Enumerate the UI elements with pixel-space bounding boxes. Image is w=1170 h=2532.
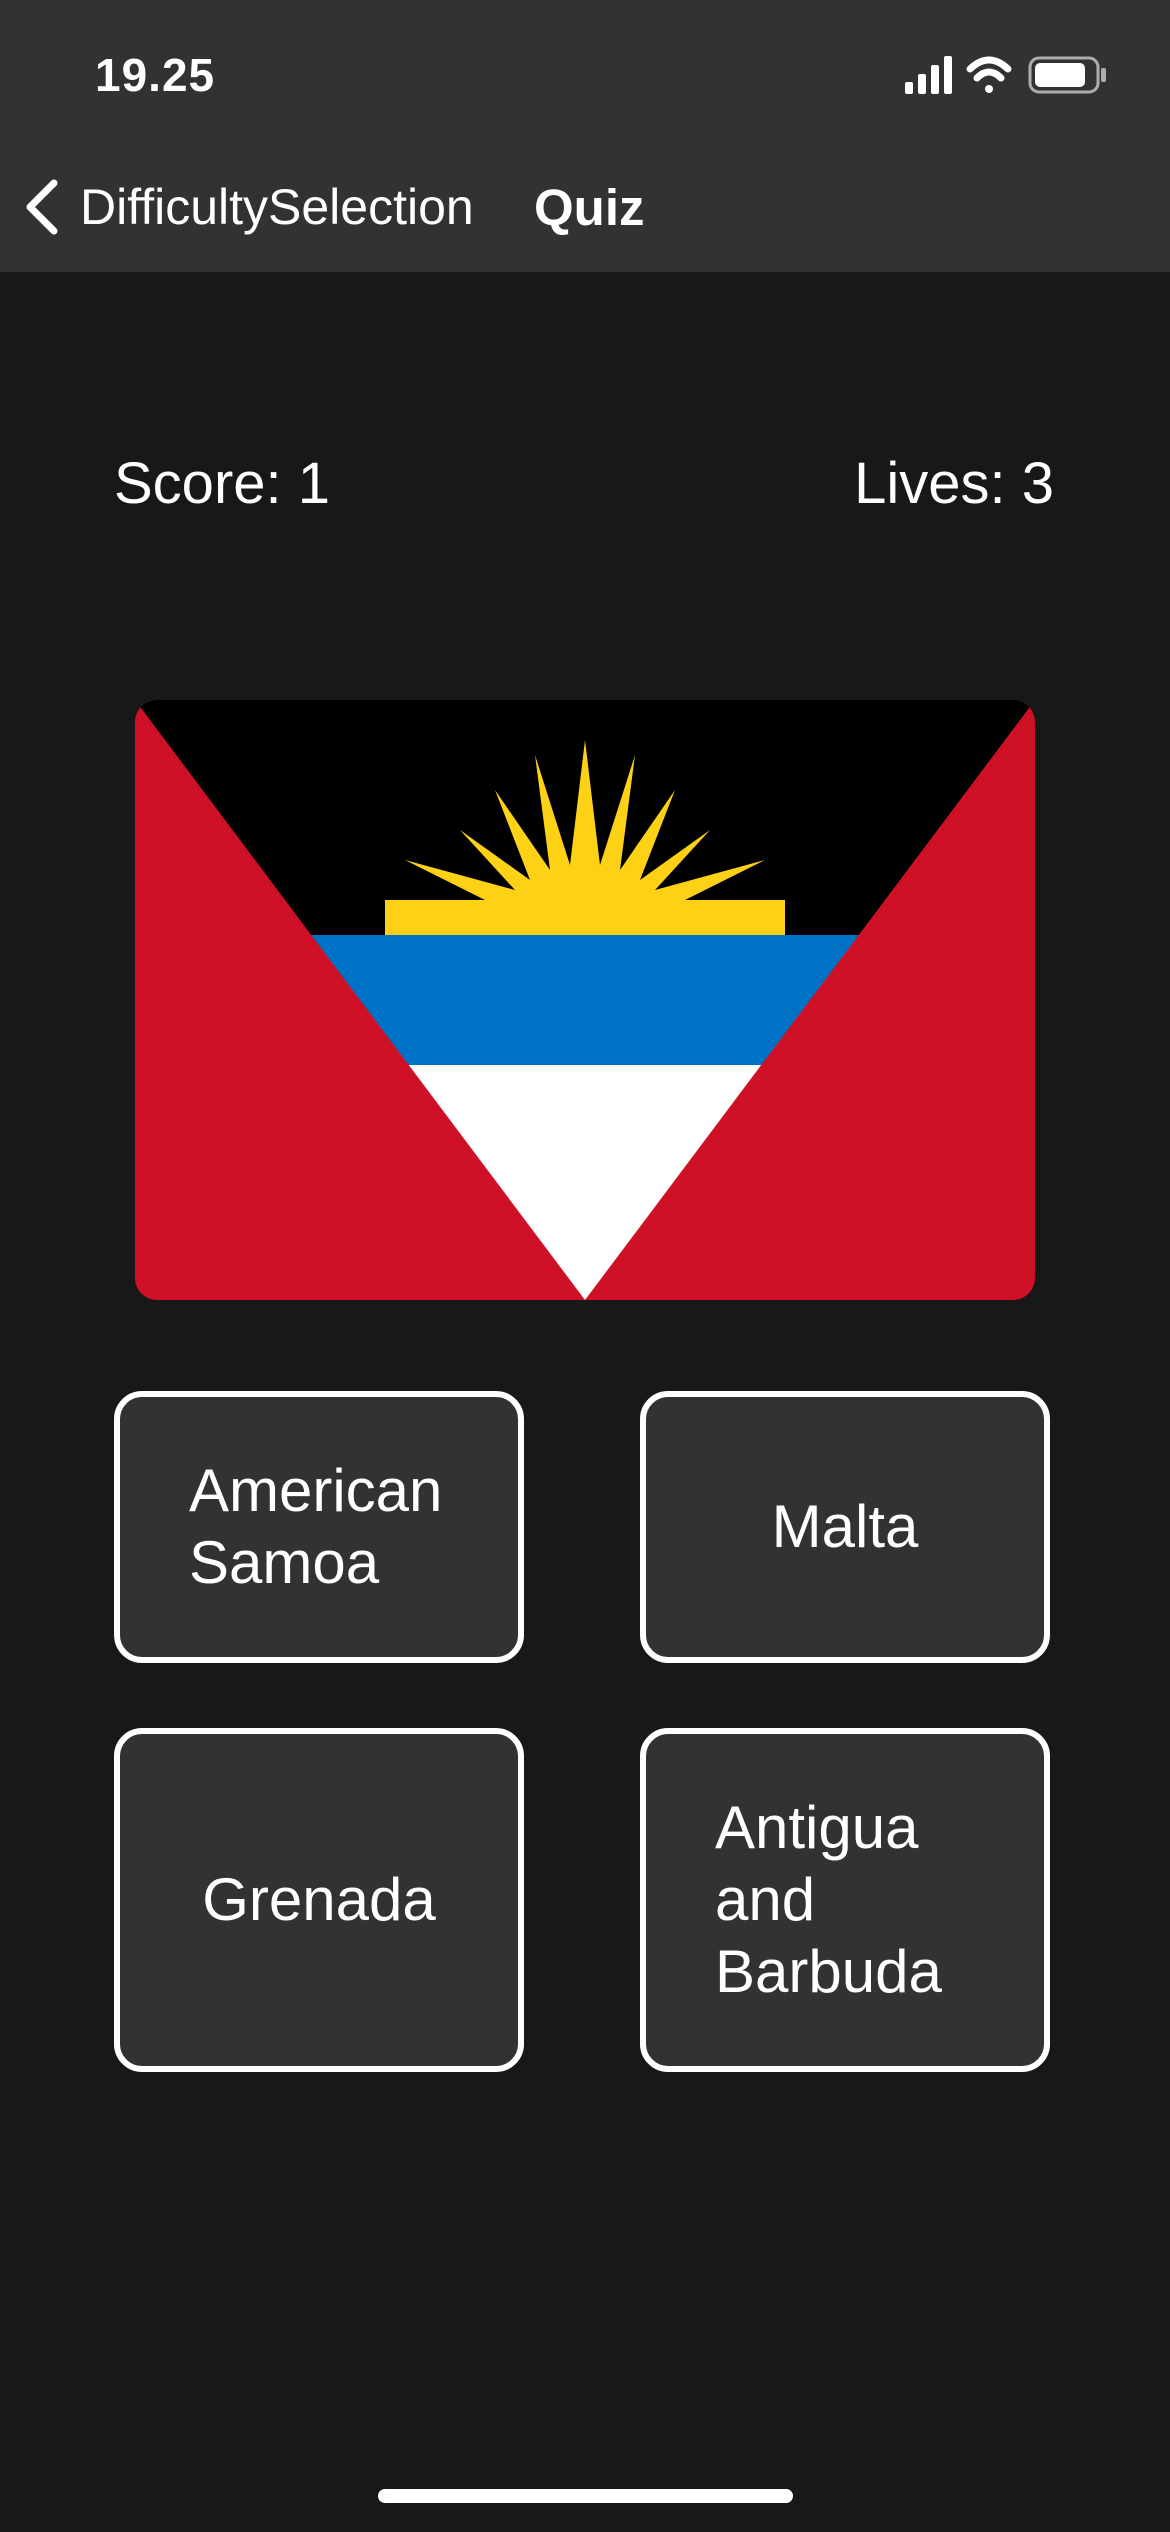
answer-label: Antigua and Barbuda bbox=[715, 1794, 942, 2005]
lives-label: Lives: 3 bbox=[854, 451, 1054, 516]
home-indicator[interactable] bbox=[378, 2489, 793, 2503]
back-button[interactable]: DifficultySelection bbox=[22, 172, 474, 242]
flag-svg bbox=[135, 700, 1035, 1300]
answer-label: American Samoa bbox=[189, 1457, 443, 1596]
flag-image bbox=[135, 700, 1035, 1300]
answer-label: Malta bbox=[771, 1493, 919, 1560]
wifi-icon bbox=[966, 56, 1012, 93]
status-icons-svg bbox=[905, 56, 1106, 94]
cellular-signal-icon bbox=[905, 56, 952, 94]
chevron-left-icon bbox=[26, 179, 58, 235]
back-button-label: DifficultySelection bbox=[80, 179, 474, 235]
battery-icon bbox=[1028, 56, 1106, 94]
answer-button-antigua-and-barbuda[interactable]: Antigua and Barbuda bbox=[640, 1728, 1050, 2072]
status-time: 19.25 bbox=[95, 49, 216, 101]
top-bar: 19.25 DifficultySelection Quiz bbox=[0, 0, 1170, 272]
answer-label: Grenada bbox=[202, 1866, 436, 1933]
status-icons bbox=[905, 52, 1115, 102]
page-title: Quiz bbox=[534, 179, 645, 236]
score-label: Score: 1 bbox=[114, 451, 330, 516]
answer-button-malta[interactable]: Malta bbox=[640, 1391, 1050, 1663]
answer-button-american-samoa[interactable]: American Samoa bbox=[114, 1391, 524, 1663]
answer-button-grenada[interactable]: Grenada bbox=[114, 1728, 524, 2072]
